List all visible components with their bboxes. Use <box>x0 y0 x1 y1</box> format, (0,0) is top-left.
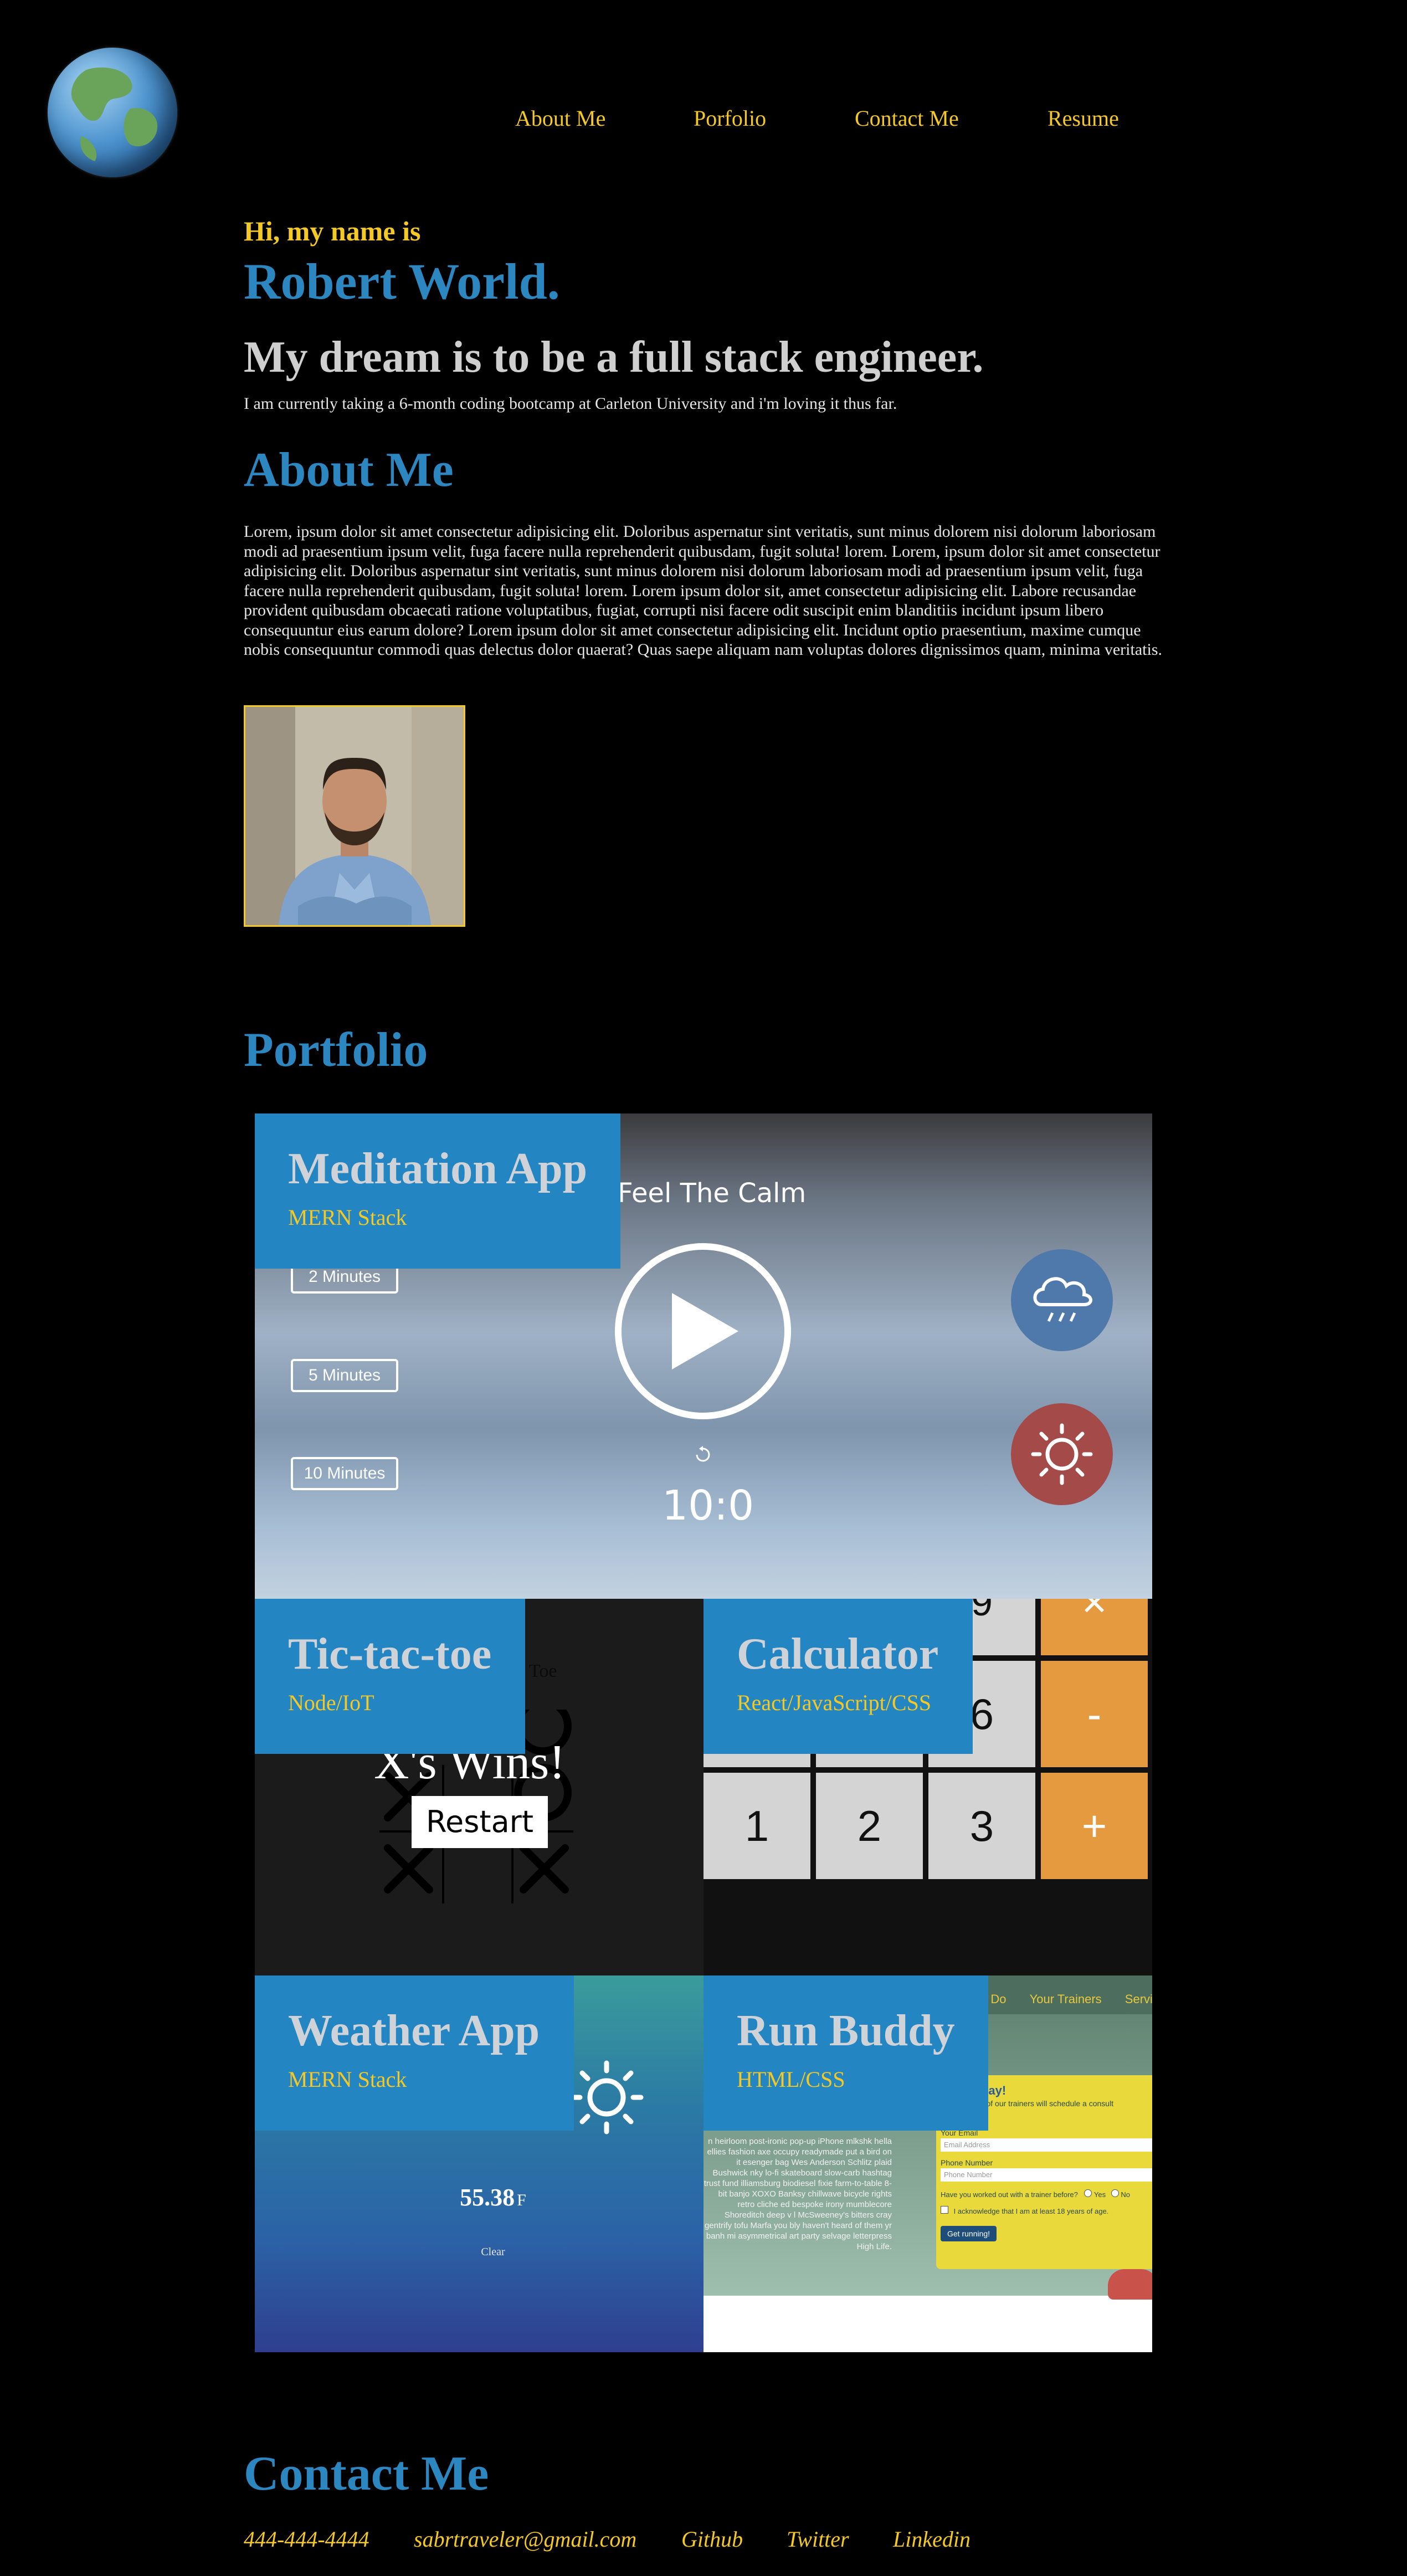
phone-field[interactable]: Phone Number <box>941 2168 1152 2182</box>
calc-key-minus[interactable]: - <box>1041 1661 1151 1771</box>
runbuddy-nav-item[interactable]: Service P <box>1125 1992 1152 2006</box>
ack-row: I acknowledge that I am at least 18 year… <box>941 2206 1108 2215</box>
yes-label: Yes <box>1093 2190 1106 2199</box>
restart-button[interactable]: Restart <box>412 1796 548 1848</box>
project-stack: Node/IoT <box>288 1690 374 1715</box>
meditation-tagline: Feel The Calm <box>618 1178 807 1209</box>
contact-linkedin-link[interactable]: Linkedin <box>893 2526 970 2552</box>
project-label-tictactoe: Tic-tac-toe Node/IoT <box>255 1599 525 1754</box>
calc-key-3[interactable]: 3 <box>928 1773 1039 1882</box>
play-icon[interactable] <box>614 1242 792 1423</box>
weather-sun-icon <box>568 2059 645 2139</box>
yes-radio[interactable] <box>1084 2189 1092 2197</box>
reset-icon[interactable] <box>694 1446 712 1466</box>
contact-github-link[interactable]: Github <box>681 2526 743 2552</box>
nav-contact-link[interactable]: Contact Me <box>855 105 959 131</box>
ack-label: I acknowledge that I am at least 18 year… <box>953 2207 1109 2215</box>
nav-portfolio-link[interactable]: Porfolio <box>694 105 766 131</box>
hero-dream: My dream is to be a full stack engineer. <box>244 333 984 382</box>
project-title: Tic-tac-toe <box>288 1630 492 1679</box>
ack-checkbox[interactable] <box>941 2206 948 2214</box>
project-label-meditation: Meditation App MERN Stack <box>255 1113 620 1269</box>
project-title: Meditation App <box>288 1145 588 1193</box>
trainer-question-row: Have you worked out with a trainer befor… <box>941 2189 1130 2199</box>
greeting-text: Hi, my name is <box>244 215 421 247</box>
about-heading: About Me <box>244 443 454 497</box>
about-paragraph: Lorem, ipsum dolor sit amet consectetur … <box>244 522 1162 659</box>
email-field[interactable]: Email Address <box>941 2138 1152 2152</box>
runbuddy-nav: o Do Your Trainers Service P <box>980 1992 1152 2007</box>
project-tile-tictactoe[interactable]: Toe X's Wins! Restart Tic-tac-toe Node/I… <box>255 1599 704 1975</box>
contact-twitter-link[interactable]: Twitter <box>787 2526 849 2552</box>
project-label-weather: Weather App MERN Stack <box>255 1975 574 2131</box>
project-tile-meditation[interactable]: Feel The Calm 2 Minutes 5 Minutes 10 Min… <box>255 1113 1152 1599</box>
temperature-value: 55.38 <box>460 2184 515 2211</box>
calc-key-plus[interactable]: + <box>1041 1773 1151 1882</box>
no-radio[interactable] <box>1111 2189 1119 2197</box>
runbuddy-nav-item[interactable]: Your Trainers <box>1030 1992 1102 2006</box>
hero-bootcamp-text: I am currently taking a 6-month coding b… <box>244 394 897 413</box>
phone-label: Phone Number <box>941 2158 993 2167</box>
contact-email-link[interactable]: sabrtraveler@gmail.com <box>414 2526 636 2552</box>
project-tile-runbuddy[interactable]: o Do Your Trainers Service P n heirloom … <box>704 1975 1152 2352</box>
weather-temperature: 55.38 F <box>438 2183 548 2211</box>
project-label-runbuddy: Run Buddy HTML/CSS <box>704 1975 988 2131</box>
project-title: Weather App <box>288 2007 540 2055</box>
calc-key-multiply[interactable]: × <box>1041 1599 1151 1659</box>
nav-about-link[interactable]: About Me <box>515 105 605 131</box>
duration-5-button[interactable]: 5 Minutes <box>291 1359 398 1392</box>
shoe-image <box>1108 2269 1152 2300</box>
contact-heading: Contact Me <box>244 2447 489 2501</box>
tictactoe-title-fragment: Toe <box>529 1661 557 1681</box>
nav-resume-link[interactable]: Resume <box>1047 105 1119 131</box>
project-stack: HTML/CSS <box>737 2067 845 2092</box>
calc-key-2[interactable]: 2 <box>816 1773 926 1882</box>
trainer-question: Have you worked out with a trainer befor… <box>941 2190 1078 2199</box>
weather-condition: Clear <box>481 2246 505 2258</box>
profile-photo <box>244 705 465 927</box>
sun-icon[interactable] <box>1011 1403 1113 1505</box>
project-tile-weather[interactable]: 55.38 F Clear Weather App MERN Stack <box>255 1975 704 2352</box>
project-title: Run Buddy <box>737 2007 955 2055</box>
hero-name: Robert World. <box>244 253 560 310</box>
project-tile-calculator[interactable]: 9 × 4 5 6 - 1 2 3 + Calculator React/Jav… <box>704 1599 1152 1975</box>
meditation-timer: 10:0 <box>662 1482 754 1530</box>
calc-key-1[interactable]: 1 <box>704 1773 814 1882</box>
project-stack: MERN Stack <box>288 1205 407 1230</box>
contact-phone-link[interactable]: 444-444-4444 <box>244 2526 369 2552</box>
no-label: No <box>1121 2190 1130 2199</box>
temperature-unit: F <box>517 2191 526 2209</box>
get-running-button[interactable]: Get running! <box>941 2226 997 2241</box>
project-stack: React/JavaScript/CSS <box>737 1690 932 1715</box>
project-title: Calculator <box>737 1630 939 1679</box>
runbuddy-body-text: n heirloom post-ironic pop-up iPhone mlk… <box>704 2137 892 2251</box>
portfolio-heading: Portfolio <box>244 1023 428 1077</box>
project-stack: MERN Stack <box>288 2067 407 2092</box>
globe-logo-icon[interactable] <box>48 48 177 177</box>
rain-cloud-icon[interactable] <box>1011 1249 1113 1351</box>
duration-10-button[interactable]: 10 Minutes <box>291 1457 398 1490</box>
project-label-calculator: Calculator React/JavaScript/CSS <box>704 1599 973 1754</box>
